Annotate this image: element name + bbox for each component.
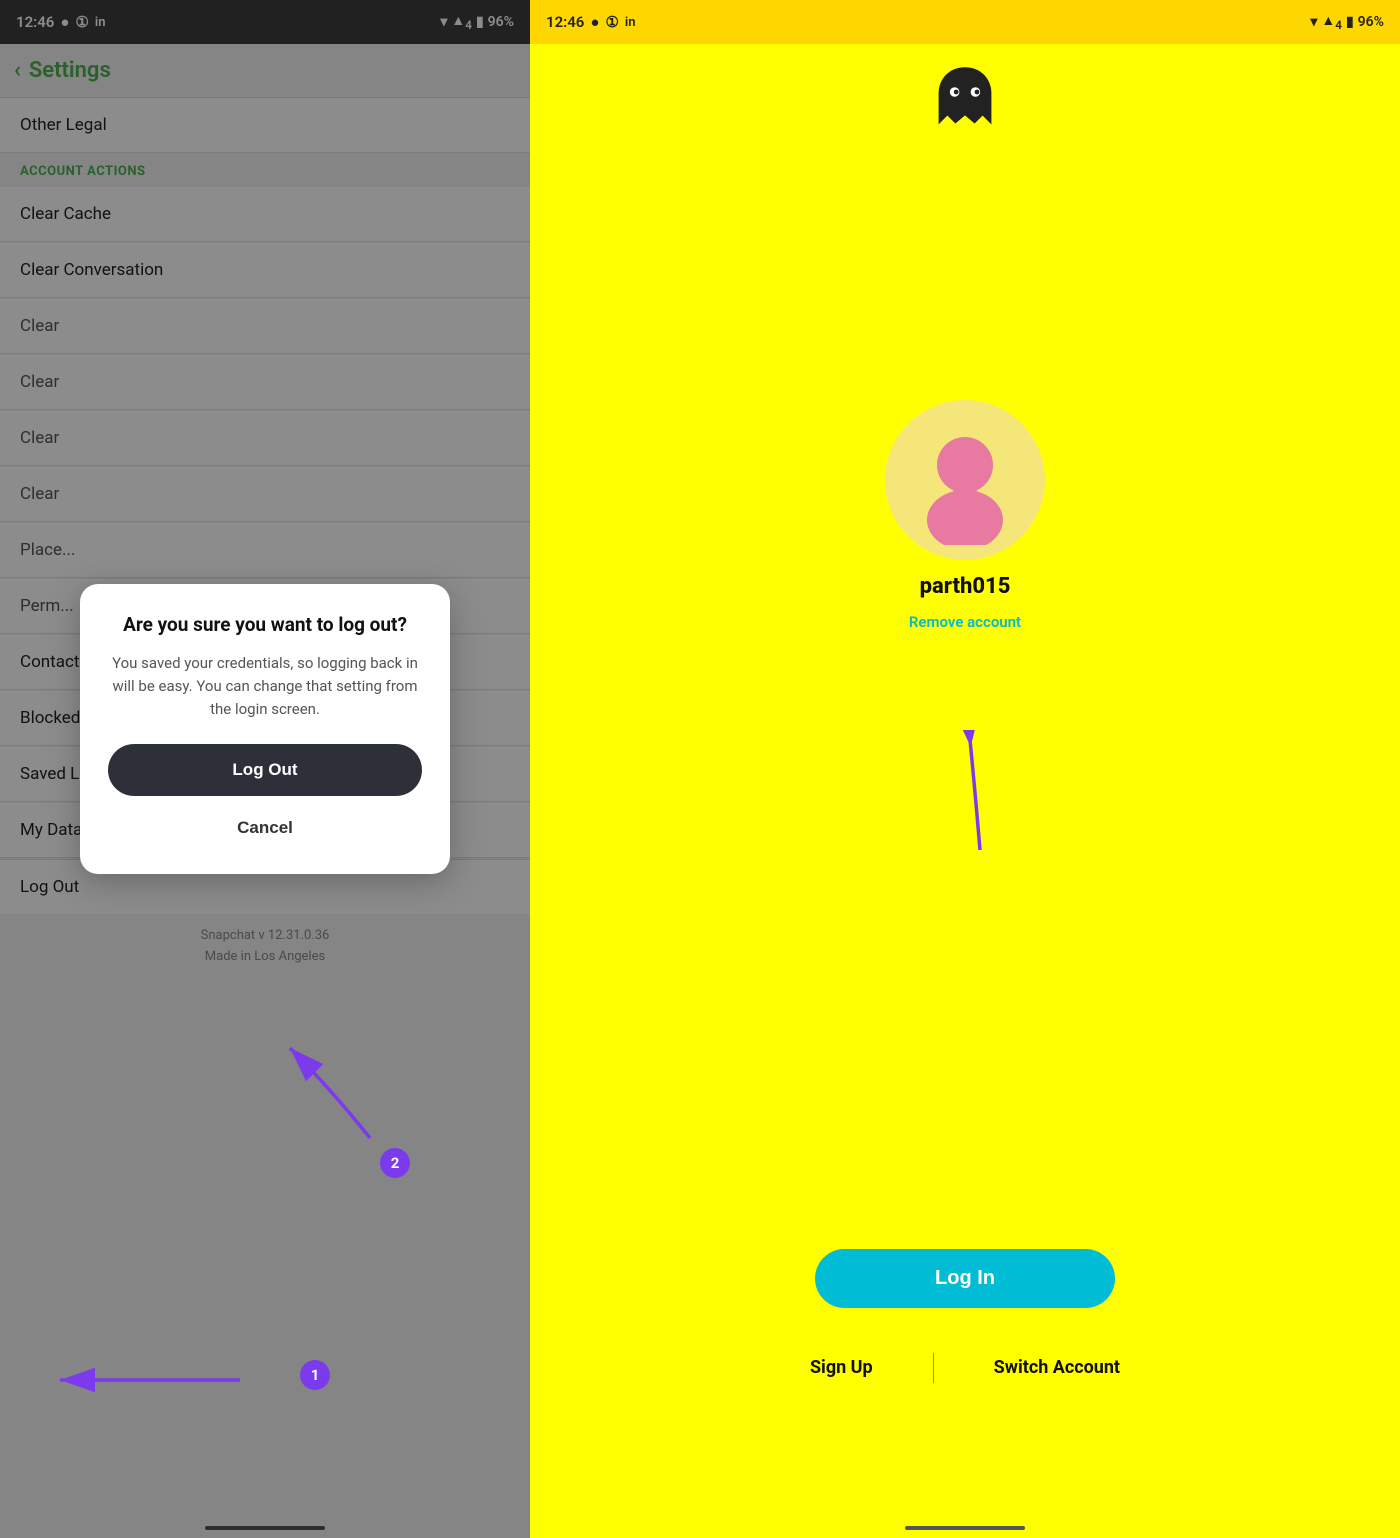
right-nav-bar bbox=[905, 1526, 1025, 1530]
arrow-to-logout bbox=[40, 1360, 260, 1400]
marker-2: 2 bbox=[380, 1148, 410, 1178]
remove-account-link[interactable]: Remove account bbox=[909, 613, 1021, 631]
profile-section: parth015 Remove account bbox=[885, 400, 1045, 631]
switch-account-link[interactable]: Switch Account bbox=[934, 1347, 1180, 1388]
right-battery-percent: 96% bbox=[1358, 14, 1384, 30]
left-panel: 12:46 ● ① in ▾ ▲4 ▮ 96% ‹ Settings Other… bbox=[0, 0, 530, 1538]
right-linkedin-icon: in bbox=[625, 15, 636, 30]
right-dot-icon: ● bbox=[590, 13, 599, 31]
logout-dialog-overlay: Are you sure you want to log out? You sa… bbox=[0, 0, 530, 1538]
snapchat-ghost-icon bbox=[925, 60, 1005, 144]
avatar bbox=[885, 400, 1045, 560]
right-status-left: 12:46 ● ① in bbox=[546, 13, 636, 31]
arrow-to-remove-account bbox=[920, 730, 1040, 860]
sign-up-link[interactable]: Sign Up bbox=[750, 1347, 933, 1388]
logout-dialog: Are you sure you want to log out? You sa… bbox=[80, 584, 450, 873]
right-battery-icon: ▮ bbox=[1346, 14, 1354, 30]
dialog-title: Are you sure you want to log out? bbox=[108, 612, 422, 638]
marker-1: 1 bbox=[300, 1360, 330, 1390]
dialog-body: You saved your credentials, so logging b… bbox=[108, 652, 422, 722]
right-wifi-icon: ▾ bbox=[1310, 14, 1317, 30]
dialog-cancel-button[interactable]: Cancel bbox=[108, 804, 422, 852]
login-button[interactable]: Log In bbox=[815, 1249, 1115, 1308]
right-one-badge: ① bbox=[605, 13, 618, 31]
dialog-logout-button[interactable]: Log Out bbox=[108, 744, 422, 796]
bottom-links: Sign Up Switch Account bbox=[530, 1347, 1400, 1388]
right-time: 12:46 bbox=[546, 13, 584, 31]
right-status-right: ▾ ▲4 ▮ 96% bbox=[1310, 12, 1384, 32]
arrow-to-cancel bbox=[230, 1028, 410, 1148]
right-status-bar: 12:46 ● ① in ▾ ▲4 ▮ 96% bbox=[530, 0, 1400, 44]
username-display: parth015 bbox=[920, 574, 1011, 599]
right-panel: 12:46 ● ① in ▾ ▲4 ▮ 96% bbox=[530, 0, 1400, 1538]
right-signal-icon: ▲4 bbox=[1321, 12, 1342, 32]
